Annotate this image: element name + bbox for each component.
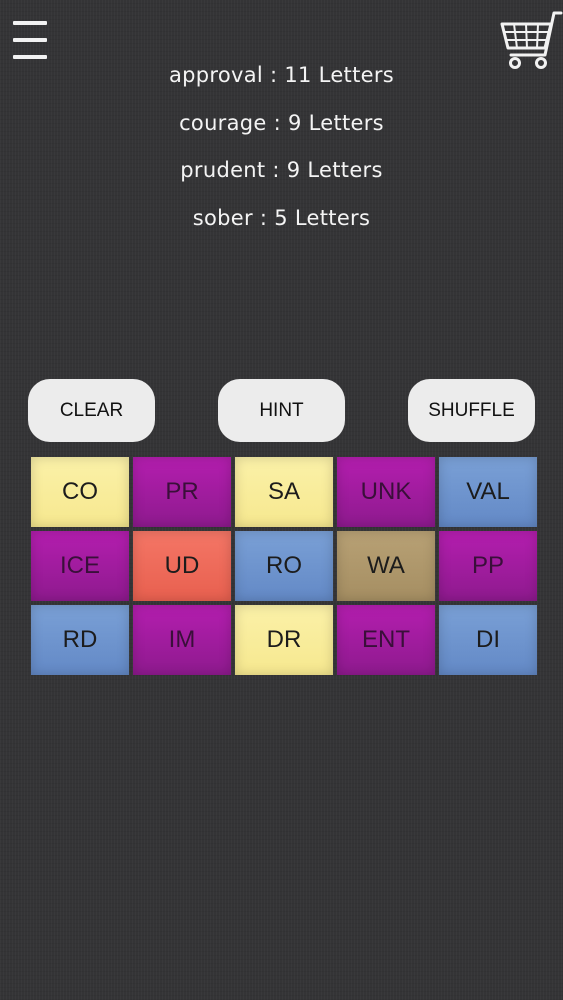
letter-tile[interactable]: WA <box>337 531 435 601</box>
letter-tile[interactable]: VAL <box>439 457 537 527</box>
clear-button[interactable]: CLEAR <box>28 379 155 442</box>
clue-item: prudent : 9 Letters <box>180 158 383 182</box>
hamburger-menu-icon[interactable] <box>13 19 47 61</box>
letter-tile[interactable]: SA <box>235 457 333 527</box>
letter-tile[interactable]: PP <box>439 531 537 601</box>
shuffle-button[interactable]: SHUFFLE <box>408 379 535 442</box>
clue-item: approval : 11 Letters <box>168 63 394 87</box>
letter-tile[interactable]: RO <box>235 531 333 601</box>
hint-button[interactable]: HINT <box>218 379 345 442</box>
letter-tile[interactable]: ICE <box>31 531 129 601</box>
letter-tile[interactable]: UNK <box>337 457 435 527</box>
letter-tile[interactable]: RD <box>31 605 129 675</box>
letter-tile[interactable]: CO <box>31 457 129 527</box>
menu-bar <box>13 21 47 25</box>
letter-tile-grid: CO PR SA UNK VAL ICE UD RO WA PP RD IM D… <box>31 457 539 676</box>
letter-tile[interactable]: PR <box>133 457 231 527</box>
letter-tile[interactable]: ENT <box>337 605 435 675</box>
letter-tile[interactable]: IM <box>133 605 231 675</box>
letter-tile[interactable]: DR <box>235 605 333 675</box>
clue-list: approval : 11 Letters courage : 9 Letter… <box>0 56 563 246</box>
clue-item: courage : 9 Letters <box>179 110 384 135</box>
letter-tile[interactable]: UD <box>133 531 231 601</box>
menu-bar <box>13 38 47 42</box>
letter-tile[interactable]: DI <box>439 605 537 675</box>
clue-item: sober : 5 Letters <box>192 205 371 230</box>
